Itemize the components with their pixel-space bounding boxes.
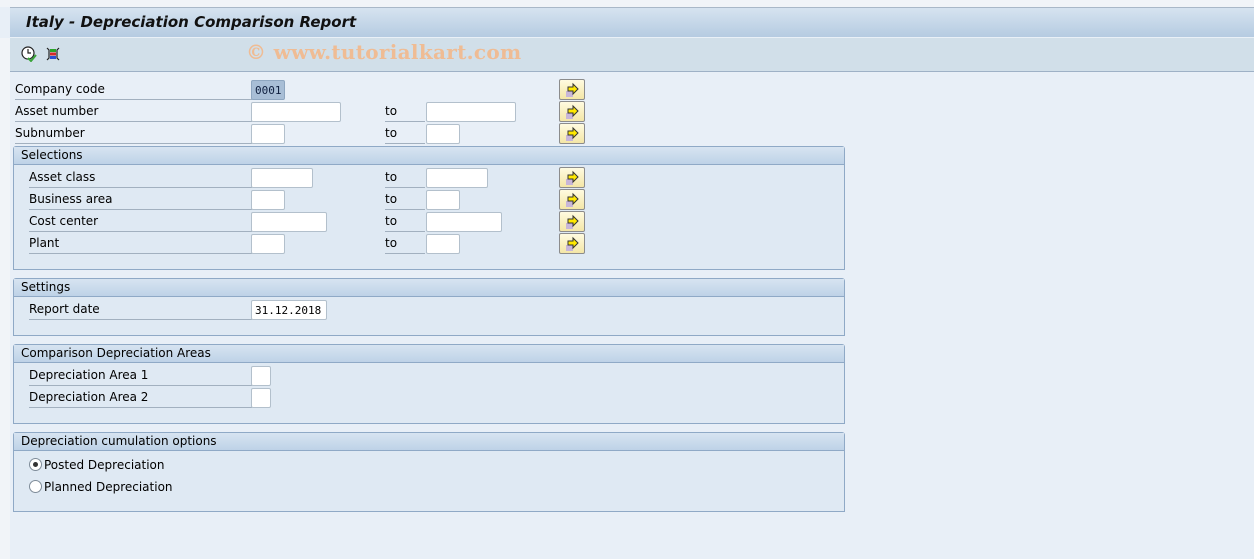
left-margin — [0, 38, 10, 559]
settings-group-title: Settings — [14, 279, 844, 297]
company-code-label: Company code — [15, 80, 252, 100]
subnumber-from-input[interactable] — [251, 124, 285, 144]
watermark: © www.tutorialkart.com — [246, 40, 522, 64]
business-area-to-label: to — [385, 190, 425, 210]
company-code-input[interactable] — [251, 80, 285, 100]
selection-options-icon[interactable] — [45, 46, 61, 62]
plant-multiple-selection-button[interactable] — [559, 233, 585, 254]
asset-number-label: Asset number — [15, 102, 252, 122]
planned-depreciation-radio[interactable] — [29, 480, 42, 493]
title-bar: Italy - Depreciation Comparison Report — [10, 7, 1254, 38]
subnumber-label: Subnumber — [15, 124, 252, 144]
depreciation-area-1-label: Depreciation Area 1 — [29, 366, 252, 386]
business-area-multiple-selection-button[interactable] — [559, 189, 585, 210]
asset-class-multiple-selection-button[interactable] — [559, 167, 585, 188]
posted-depreciation-label[interactable]: Posted Depreciation — [44, 458, 165, 472]
depreciation-area-2-input[interactable] — [251, 388, 271, 408]
comparison-areas-group-title: Comparison Depreciation Areas — [14, 345, 844, 363]
arrow-right-icon — [566, 104, 579, 119]
subnumber-multiple-selection-button[interactable] — [559, 123, 585, 144]
application-toolbar: © www.tutorialkart.com — [10, 38, 1254, 72]
arrow-right-icon — [566, 236, 579, 251]
report-date-input[interactable] — [251, 300, 327, 320]
plant-label: Plant — [29, 234, 252, 254]
cumulation-options-group-title: Depreciation cumulation options — [14, 433, 844, 451]
page-title: Italy - Depreciation Comparison Report — [26, 13, 357, 31]
cost-center-to-label: to — [385, 212, 425, 232]
depreciation-area-2-label: Depreciation Area 2 — [29, 388, 252, 408]
asset-number-from-input[interactable] — [251, 102, 341, 122]
execute-clock-icon[interactable] — [21, 46, 37, 63]
business-area-from-input[interactable] — [251, 190, 285, 210]
plant-from-input[interactable] — [251, 234, 285, 254]
cost-center-to-input[interactable] — [426, 212, 502, 232]
asset-class-label: Asset class — [29, 168, 252, 188]
planned-depreciation-label[interactable]: Planned Depreciation — [44, 480, 173, 494]
selections-group-title: Selections — [14, 147, 844, 165]
report-date-label: Report date — [29, 300, 252, 320]
plant-to-input[interactable] — [426, 234, 460, 254]
asset-number-to-label: to — [385, 102, 425, 122]
asset-class-from-input[interactable] — [251, 168, 313, 188]
cost-center-label: Cost center — [29, 212, 252, 232]
cost-center-multiple-selection-button[interactable] — [559, 211, 585, 232]
cost-center-from-input[interactable] — [251, 212, 327, 232]
arrow-right-icon — [566, 214, 579, 229]
plant-to-label: to — [385, 234, 425, 254]
business-area-to-input[interactable] — [426, 190, 460, 210]
asset-class-to-label: to — [385, 168, 425, 188]
arrow-right-icon — [566, 192, 579, 207]
subnumber-to-input[interactable] — [426, 124, 460, 144]
arrow-right-icon — [566, 170, 579, 185]
depreciation-area-1-input[interactable] — [251, 366, 271, 386]
asset-number-to-input[interactable] — [426, 102, 516, 122]
cumulation-options-group: Depreciation cumulation options — [13, 432, 845, 512]
window-top-strip — [0, 0, 1254, 7]
asset-number-multiple-selection-button[interactable] — [559, 101, 585, 122]
business-area-label: Business area — [29, 190, 252, 210]
company-code-multiple-selection-button[interactable] — [559, 79, 585, 100]
posted-depreciation-radio[interactable] — [29, 458, 42, 471]
asset-class-to-input[interactable] — [426, 168, 488, 188]
arrow-right-icon — [566, 82, 579, 97]
subnumber-to-label: to — [385, 124, 425, 144]
arrow-right-icon — [566, 126, 579, 141]
